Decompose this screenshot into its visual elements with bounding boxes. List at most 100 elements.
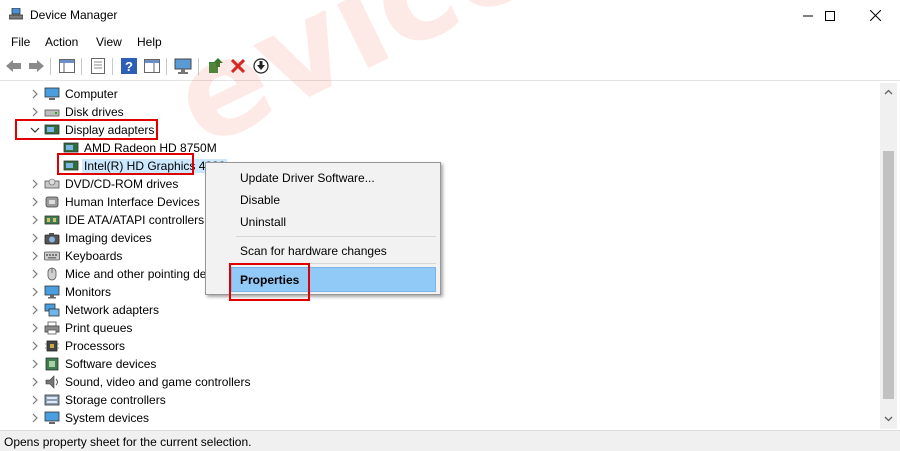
back-button[interactable] (5, 57, 23, 75)
show-hide-console-tree-icon (59, 59, 75, 73)
device-manager-icon (9, 8, 23, 20)
tree-item-label: Sound, video and game controllers (65, 375, 251, 389)
keyboard-icon (44, 251, 60, 261)
forward-icon (29, 60, 44, 72)
action-pane-icon (144, 59, 160, 73)
toolbar-separator (166, 58, 167, 75)
status-bar: Opens property sheet for the current sel… (0, 430, 900, 451)
monitor-icon (174, 58, 192, 74)
close-button[interactable] (852, 0, 898, 31)
speaker-icon (45, 375, 58, 389)
display-adapters-highlight (15, 119, 158, 140)
tree-item-label: Disk drives (65, 105, 124, 119)
monitor-button[interactable] (174, 57, 192, 75)
tree-item-label: Print queues (65, 321, 133, 335)
chevron-right-icon[interactable] (30, 287, 40, 297)
tree-item-label: Network adapters (65, 303, 160, 317)
tree-item-system-devices[interactable]: System devices (0, 409, 860, 427)
dvd-drive-icon (44, 178, 60, 189)
menu-update-driver-software[interactable]: Update Driver Software... (240, 171, 375, 185)
maximize-icon (825, 10, 835, 21)
software-device-icon (45, 357, 59, 371)
uninstall-device-icon (231, 59, 245, 73)
chevron-right-icon[interactable] (30, 251, 40, 261)
camera-icon (44, 233, 60, 245)
properties-highlight (229, 263, 310, 301)
menu-view[interactable]: View (96, 35, 122, 49)
menu-separator (236, 236, 436, 237)
tree-item-label: Processors (65, 339, 126, 353)
help-button[interactable]: ? (120, 57, 138, 75)
tree-item-label: System devices (65, 411, 150, 425)
tree-item-network-adapters[interactable]: Network adapters (0, 301, 860, 319)
chevron-right-icon[interactable] (30, 215, 40, 225)
chevron-right-icon[interactable] (30, 413, 40, 423)
tree-item-label: Monitors (65, 285, 112, 299)
tree-item-sound-controllers[interactable]: Sound, video and game controllers (0, 373, 860, 391)
maximize-button[interactable] (807, 0, 853, 31)
chevron-right-icon[interactable] (30, 395, 40, 405)
action-pane-button[interactable] (143, 57, 161, 75)
close-icon (869, 10, 881, 21)
tree-item-storage-controllers[interactable]: Storage controllers (0, 391, 860, 409)
tree-item-processors[interactable]: Processors (0, 337, 860, 355)
tree-item-label: Computer (65, 87, 118, 101)
chevron-right-icon[interactable] (30, 269, 40, 279)
download-driver-button[interactable] (252, 57, 270, 75)
title-bar: Device Manager (0, 0, 900, 31)
chevron-right-icon[interactable] (30, 341, 40, 351)
processor-icon (45, 340, 59, 352)
update-driver-button[interactable] (206, 57, 224, 75)
chevron-right-icon[interactable] (30, 179, 40, 189)
download-driver-icon (253, 58, 269, 74)
menu-file[interactable]: File (11, 35, 30, 49)
tree-item-software-devices[interactable]: Software devices (0, 355, 860, 373)
show-hide-console-tree-button[interactable] (58, 57, 76, 75)
menu-bar: File Action View Help (0, 31, 900, 52)
toolbar: ? (0, 52, 900, 81)
tree-item-computer[interactable]: Computer (0, 85, 860, 103)
menu-scan-hardware-changes[interactable]: Scan for hardware changes (240, 244, 387, 258)
menu-disable[interactable]: Disable (240, 193, 280, 207)
toolbar-separator (50, 58, 51, 75)
vertical-scrollbar[interactable] (880, 83, 897, 429)
menu-uninstall[interactable]: Uninstall (240, 215, 286, 229)
chevron-right-icon[interactable] (30, 305, 40, 315)
chevron-right-icon[interactable] (30, 377, 40, 387)
tree-item-label: Human Interface Devices (65, 195, 200, 209)
disk-drive-icon (44, 109, 60, 117)
tree-item-label: Keyboards (65, 249, 123, 263)
menu-help[interactable]: Help (137, 35, 162, 49)
system-device-icon (44, 411, 60, 424)
status-text: Opens property sheet for the current sel… (4, 435, 252, 449)
svg-text:?: ? (125, 59, 133, 74)
intel-hd-graphics-highlight (57, 153, 194, 175)
chevron-right-icon[interactable] (30, 359, 40, 369)
chevron-right-icon[interactable] (30, 89, 40, 99)
toolbar-separator (112, 58, 113, 75)
scrollbar-thumb[interactable] (883, 151, 894, 399)
properties-icon (91, 58, 105, 74)
scroll-up-icon[interactable] (884, 88, 893, 97)
chevron-right-icon[interactable] (30, 233, 40, 243)
tree-item-label: Imaging devices (65, 231, 152, 245)
uninstall-device-button[interactable] (229, 57, 247, 75)
tree-item-label: IDE ATA/ATAPI controllers (65, 213, 205, 227)
monitor-icon (44, 285, 60, 299)
chevron-right-icon[interactable] (30, 323, 40, 333)
window-title: Device Manager (30, 8, 118, 22)
chevron-right-icon[interactable] (30, 197, 40, 207)
toolbar-separator (81, 58, 82, 75)
mouse-icon (47, 267, 57, 281)
properties-button[interactable] (89, 57, 107, 75)
chevron-right-icon[interactable] (30, 107, 40, 117)
computer-icon (44, 87, 60, 100)
scroll-down-icon[interactable] (884, 414, 893, 423)
ide-controller-icon (44, 215, 60, 225)
help-icon: ? (121, 58, 137, 74)
tree-item-print-queues[interactable]: Print queues (0, 319, 860, 337)
tree-item-label: DVD/CD-ROM drives (65, 177, 179, 191)
network-adapter-icon (44, 303, 60, 317)
forward-button[interactable] (27, 57, 45, 75)
menu-action[interactable]: Action (45, 35, 78, 49)
